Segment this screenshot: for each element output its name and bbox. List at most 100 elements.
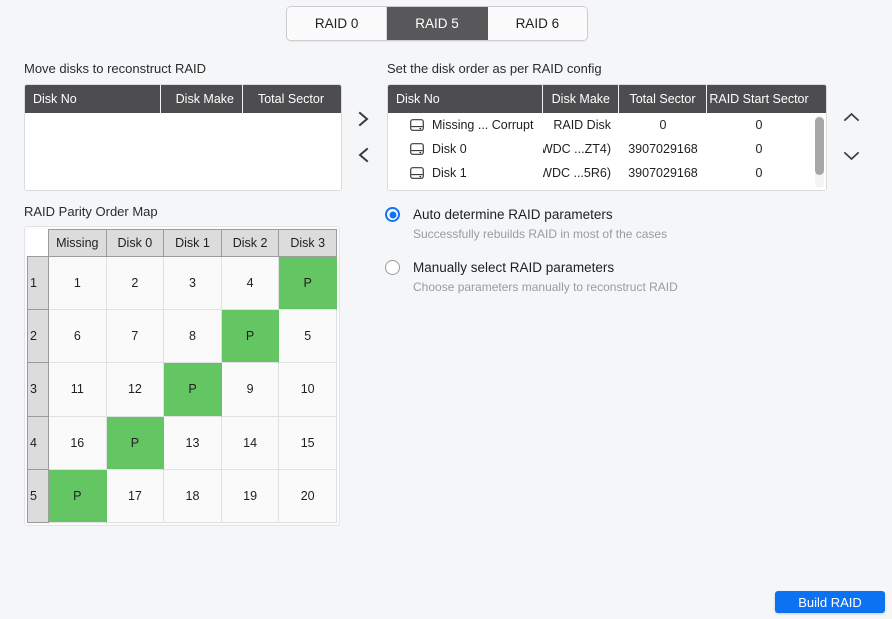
table-row[interactable]: Disk 0 WDC ...ZT4) 3907029168 0 — [388, 137, 826, 161]
parity-col-header-disk-3: Disk 3 — [278, 229, 337, 257]
raid-order-scrollbar-thumb[interactable] — [815, 117, 824, 175]
raid-order-col-disk-make[interactable]: Disk Make — [543, 85, 619, 113]
parity-cell: 14 — [222, 417, 280, 470]
chevron-up-icon — [843, 112, 860, 123]
raid-level-tabs: RAID 0 RAID 5 RAID 6 — [286, 6, 588, 41]
disk-icon — [410, 119, 424, 131]
option-auto-text: Auto determine RAID parameters Successfu… — [413, 206, 667, 241]
row-raid-start-sector-cell: 0 — [707, 142, 811, 156]
table-row[interactable]: Disk 1 WDC ...5R6) 3907029168 0 — [388, 161, 826, 185]
option-auto-subtitle: Successfully rebuilds RAID in most of th… — [413, 227, 667, 241]
disk-icon — [410, 143, 424, 155]
build-raid-button[interactable]: Build RAID — [775, 591, 885, 613]
parity-cell: P — [164, 363, 222, 416]
parity-cell: 9 — [222, 363, 280, 416]
row-total-sector-cell: 0 — [619, 118, 707, 132]
parity-cell: 12 — [107, 363, 165, 416]
available-disks-col-disk-no[interactable]: Disk No — [25, 85, 161, 113]
parity-cell: 8 — [164, 310, 222, 363]
parity-cell: P — [49, 470, 107, 523]
row-disk-no-text: Disk 1 — [432, 166, 467, 180]
parity-grid-corner — [27, 229, 49, 257]
raid-order-col-disk-no[interactable]: Disk No — [388, 85, 543, 113]
parity-cell: 17 — [107, 470, 165, 523]
tab-raid-0[interactable]: RAID 0 — [287, 7, 387, 40]
row-disk-no-text: Disk 0 — [432, 142, 467, 156]
parity-cell: 7 — [107, 310, 165, 363]
tab-raid-5[interactable]: RAID 5 — [387, 7, 487, 40]
tab-raid-6-label: RAID 6 — [516, 16, 560, 31]
row-disk-make-cell: WDC ...ZT4) — [543, 142, 619, 156]
chevron-right-icon — [358, 111, 369, 127]
move-disk-up-button[interactable] — [838, 104, 864, 130]
row-total-sector-cell: 3907029168 — [619, 166, 707, 180]
parity-cell: 13 — [164, 417, 222, 470]
left-panel-caption: Move disks to reconstruct RAID — [24, 61, 206, 76]
raid-order-col-total-sector[interactable]: Total Sector — [619, 85, 707, 113]
row-disk-no-cell: Disk 0 — [388, 142, 543, 156]
available-disks-body[interactable] — [25, 113, 341, 190]
parity-cell: P — [279, 257, 337, 310]
parity-col-header-disk-2: Disk 2 — [221, 229, 280, 257]
chevron-down-icon — [843, 150, 860, 161]
parity-col-header-disk-1: Disk 1 — [163, 229, 222, 257]
parity-cell: P — [222, 310, 280, 363]
raid-order-scrollbar[interactable] — [815, 115, 824, 188]
chevron-left-icon — [358, 147, 369, 163]
tab-raid-6[interactable]: RAID 6 — [488, 7, 587, 40]
available-disks-col-disk-make[interactable]: Disk Make — [161, 85, 243, 113]
available-disks-table: Disk No Disk Make Total Sector — [24, 84, 342, 191]
table-row-partial[interactable] — [388, 185, 826, 190]
raid-order-header-row: Disk No Disk Make Total Sector RAID Star… — [388, 85, 826, 113]
parity-cell: 11 — [49, 363, 107, 416]
row-disk-no-text: Missing ... Corrupt — [432, 118, 533, 132]
parity-cell: 2 — [107, 257, 165, 310]
parity-cell: 4 — [222, 257, 280, 310]
parity-grid: Missing Disk 0 Disk 1 Disk 2 Disk 3 1 1 … — [27, 229, 337, 523]
option-auto-determine[interactable]: Auto determine RAID parameters Successfu… — [385, 206, 667, 241]
row-total-sector-cell: 3907029168 — [619, 142, 707, 156]
parity-cell: 3 — [164, 257, 222, 310]
option-manual-subtitle: Choose parameters manually to reconstruc… — [413, 280, 678, 294]
parity-map-caption: RAID Parity Order Map — [24, 204, 158, 219]
parity-cell: 1 — [49, 257, 107, 310]
available-disks-col-total-sector[interactable]: Total Sector — [243, 85, 339, 113]
radio-auto-determine[interactable] — [385, 207, 400, 222]
row-disk-no-cell: Missing ... Corrupt — [388, 118, 543, 132]
parity-row-header: 2 — [27, 309, 49, 363]
available-disks-header-row: Disk No Disk Make Total Sector — [25, 85, 341, 113]
tab-raid-0-label: RAID 0 — [315, 16, 359, 31]
parity-cell: 10 — [279, 363, 337, 416]
row-raid-start-sector-cell: 0 — [707, 118, 811, 132]
parity-row-header: 1 — [27, 256, 49, 310]
right-panel-caption: Set the disk order as per RAID config — [387, 61, 602, 76]
tab-raid-5-label: RAID 5 — [415, 16, 459, 31]
move-disk-down-button[interactable] — [838, 142, 864, 168]
move-disk-right-button[interactable] — [350, 106, 376, 132]
row-disk-no-cell: Disk 1 — [388, 166, 543, 180]
parity-cell: 5 — [279, 310, 337, 363]
option-manual-select[interactable]: Manually select RAID parameters Choose p… — [385, 259, 678, 294]
raid-order-body: Missing ... Corrupt RAID Disk 0 0 Disk 0… — [388, 113, 826, 190]
parity-cell: 16 — [49, 417, 107, 470]
raid-order-col-raid-start-sector[interactable]: RAID Start Sector — [707, 85, 811, 113]
raid-recovery-page: RAID 0 RAID 5 RAID 6 Move disks to recon… — [0, 0, 892, 619]
parity-col-header-missing: Missing — [48, 229, 107, 257]
move-disk-left-button[interactable] — [350, 142, 376, 168]
row-disk-make-cell: RAID Disk — [543, 118, 619, 132]
parity-cell: 19 — [222, 470, 280, 523]
parity-row-header: 3 — [27, 362, 49, 416]
radio-manual-select[interactable] — [385, 260, 400, 275]
row-disk-make-cell: WDC ...5R6) — [543, 166, 619, 180]
parity-row-header: 5 — [27, 469, 49, 523]
parity-cell: P — [107, 417, 165, 470]
parity-cell: 6 — [49, 310, 107, 363]
table-row[interactable]: Missing ... Corrupt RAID Disk 0 0 — [388, 113, 826, 137]
row-raid-start-sector-cell: 0 — [707, 166, 811, 180]
raid-order-disks-table: Disk No Disk Make Total Sector RAID Star… — [387, 84, 827, 191]
disk-icon — [410, 167, 424, 179]
option-manual-text: Manually select RAID parameters Choose p… — [413, 259, 678, 294]
option-auto-title: Auto determine RAID parameters — [413, 207, 613, 222]
raid-parity-order-map: Missing Disk 0 Disk 1 Disk 2 Disk 3 1 1 … — [24, 226, 340, 526]
parity-row-header: 4 — [27, 416, 49, 470]
